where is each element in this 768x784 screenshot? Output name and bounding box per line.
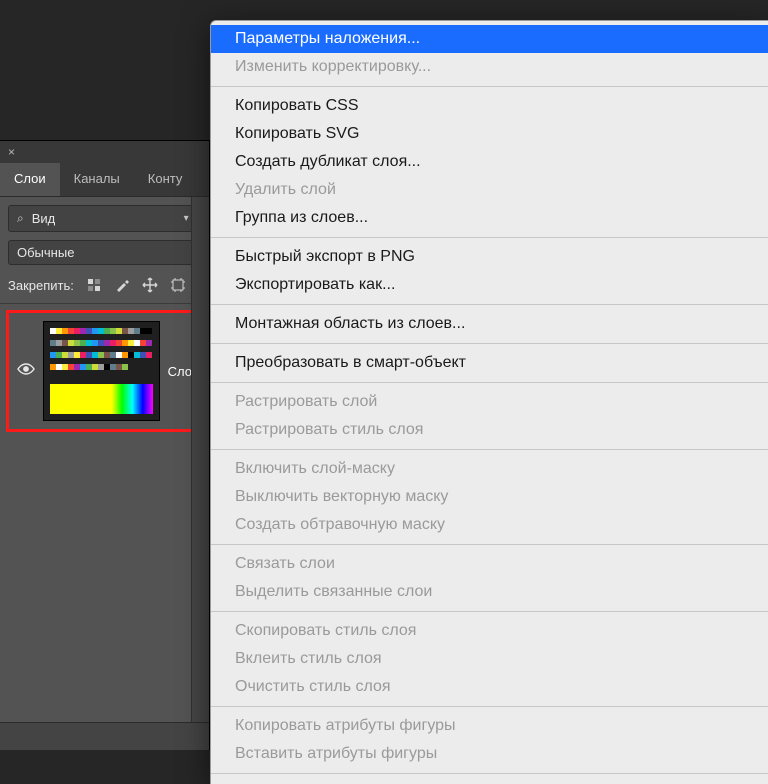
menu-item[interactable]: Монтажная область из слоев... bbox=[211, 310, 768, 338]
blend-mode-combo[interactable]: Обычные bbox=[8, 240, 201, 265]
search-icon: ⌕ bbox=[17, 211, 24, 226]
menu-separator bbox=[211, 343, 768, 344]
menu-item[interactable]: Копировать CSS bbox=[211, 92, 768, 120]
tab-layers[interactable]: Слои bbox=[0, 163, 60, 196]
menu-separator bbox=[211, 237, 768, 238]
menu-item: Растрировать стиль слоя bbox=[211, 416, 768, 444]
menu-item[interactable]: Создать дубликат слоя... bbox=[211, 148, 768, 176]
visibility-icon[interactable] bbox=[17, 362, 35, 380]
menu-separator bbox=[211, 544, 768, 545]
menu-item: Вклеить стиль слоя bbox=[211, 645, 768, 673]
layer-row[interactable]: Сло bbox=[6, 310, 203, 432]
menu-separator bbox=[211, 706, 768, 707]
layer-filter-input[interactable] bbox=[30, 210, 178, 227]
menu-item[interactable]: Группа из слоев... bbox=[211, 204, 768, 232]
lock-pixels-icon[interactable] bbox=[86, 277, 102, 293]
close-icon[interactable]: × bbox=[8, 145, 15, 159]
lock-row: Закрепить: bbox=[0, 273, 209, 304]
menu-item: Вставить атрибуты фигуры bbox=[211, 740, 768, 768]
menu-item: Удалить слой bbox=[211, 176, 768, 204]
menu-item[interactable]: Копировать SVG bbox=[211, 120, 768, 148]
layer-name-label: Сло bbox=[168, 364, 192, 379]
lock-artboard-icon[interactable] bbox=[170, 277, 186, 293]
menu-item: Включить слой-маску bbox=[211, 455, 768, 483]
tab-paths[interactable]: Конту bbox=[134, 163, 197, 196]
menu-separator bbox=[211, 86, 768, 87]
blend-mode-value: Обычные bbox=[17, 245, 74, 260]
menu-item: Выделить связанные слои bbox=[211, 578, 768, 606]
menu-separator bbox=[211, 382, 768, 383]
menu-item[interactable]: Параметры наложения... bbox=[211, 25, 768, 53]
menu-separator bbox=[211, 773, 768, 774]
lock-brush-icon[interactable] bbox=[114, 277, 130, 293]
menu-item: Копировать атрибуты фигуры bbox=[211, 712, 768, 740]
menu-item[interactable]: Преобразовать в смарт-объект bbox=[211, 349, 768, 377]
menu-separator bbox=[211, 449, 768, 450]
menu-item: Растрировать слой bbox=[211, 388, 768, 416]
menu-item: Очистить стиль слоя bbox=[211, 673, 768, 701]
layers-panel: × Слои Каналы Конту ⌕ ▾ Обычные Закрепит… bbox=[0, 140, 210, 750]
menu-item: Изменить корректировку... bbox=[211, 53, 768, 81]
layer-thumbnail[interactable] bbox=[43, 321, 160, 421]
menu-item: Связать слои bbox=[211, 550, 768, 578]
menu-item: Скопировать стиль слоя bbox=[211, 617, 768, 645]
menu-item: Отменить изоляцию bbox=[211, 779, 768, 784]
lock-move-icon[interactable] bbox=[142, 277, 158, 293]
lock-label: Закрепить: bbox=[8, 278, 74, 293]
menu-item: Выключить векторную маску bbox=[211, 483, 768, 511]
menu-separator bbox=[211, 304, 768, 305]
menu-separator bbox=[211, 611, 768, 612]
menu-item: Создать обтравочную маску bbox=[211, 511, 768, 539]
panel-footer bbox=[0, 722, 209, 750]
menu-item[interactable]: Быстрый экспорт в PNG bbox=[211, 243, 768, 271]
panel-scrollbar[interactable] bbox=[191, 197, 209, 722]
panel-close-bar: × bbox=[0, 141, 209, 163]
panel-tabs: Слои Каналы Конту bbox=[0, 163, 209, 197]
layer-filter-combo[interactable]: ⌕ ▾ bbox=[8, 205, 201, 232]
menu-item[interactable]: Экспортировать как... bbox=[211, 271, 768, 299]
layer-context-menu: Параметры наложения...Изменить корректир… bbox=[210, 20, 768, 784]
tab-channels[interactable]: Каналы bbox=[60, 163, 134, 196]
